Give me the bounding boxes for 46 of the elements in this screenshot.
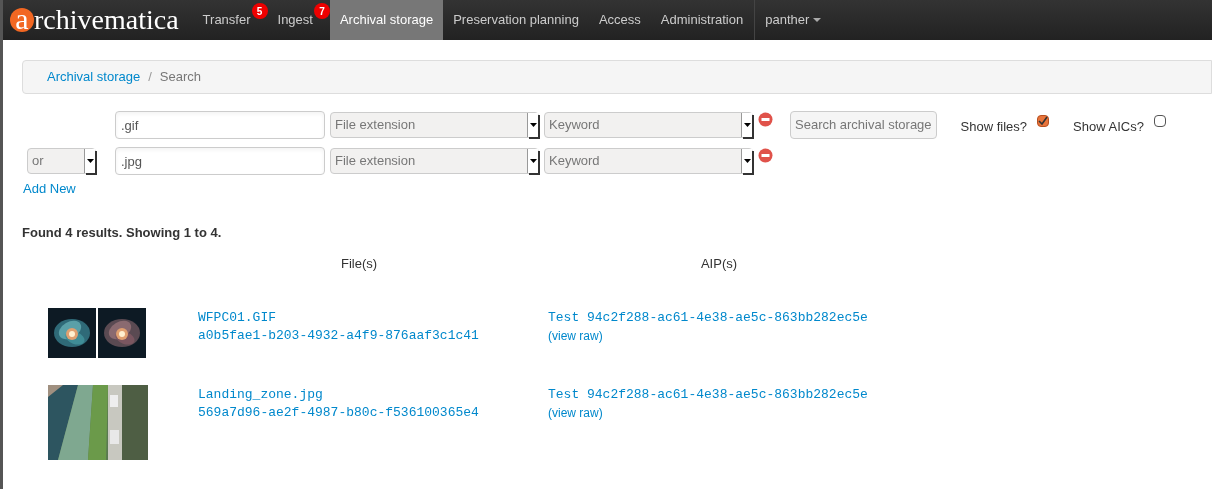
type-select[interactable]: Keyword — [544, 112, 753, 138]
file-uuid-link[interactable]: a0b5fae1-b203-4932-a4f9-876aaf3c1c41 — [198, 326, 548, 345]
operator-select[interactable]: or — [27, 148, 96, 174]
add-new-link[interactable]: Add New — [22, 179, 773, 199]
type-select[interactable]: Keyword — [544, 148, 753, 174]
file-link[interactable]: WFPC01.GIF — [198, 308, 548, 327]
breadcrumb-separator: / — [148, 68, 152, 87]
option-label: Show AICs? — [1073, 118, 1144, 136]
caret-icon — [529, 159, 537, 163]
checkbox[interactable] — [1037, 115, 1050, 127]
nav-tab[interactable]: Ingest — [267, 0, 314, 40]
column-header: File(s) — [339, 255, 379, 273]
caret-icon — [86, 159, 94, 163]
breadcrumb-current: Search — [159, 68, 202, 87]
remove-icon[interactable] — [758, 112, 773, 127]
view-raw-link[interactable]: (view raw) — [548, 326, 868, 345]
aip-link[interactable]: Test 94c2f288-ac61-4e38-ae5c-863bb282ec5e — [548, 308, 868, 327]
nav-tab[interactable]: Administration — [650, 0, 754, 40]
nav-tab[interactable]: Transfer — [192, 0, 252, 40]
caret-icon — [529, 123, 537, 127]
nav-tab[interactable]: Preservation planning — [443, 0, 589, 40]
field-select[interactable]: File extension — [330, 148, 539, 174]
query-field[interactable]: .gif — [115, 111, 325, 139]
file-link[interactable]: Landing_zone.jpg — [198, 385, 548, 404]
search-button[interactable]: Search archival storage — [790, 111, 937, 139]
caret-icon — [743, 159, 751, 163]
count-badge: 5 — [251, 3, 268, 19]
query-field[interactable]: .jpg — [115, 147, 325, 175]
breadcrumb-link[interactable]: Archival storage — [47, 67, 141, 87]
remove-icon[interactable] — [758, 148, 773, 163]
user-menu[interactable]: panther — [755, 0, 832, 40]
nav-tab[interactable]: Archival storage — [329, 0, 444, 40]
view-raw-link[interactable]: (view raw) — [548, 403, 868, 422]
file-uuid-link[interactable]: 569a7d96-ae2f-4987-b80c-f536100365e4 — [198, 403, 548, 422]
field-select[interactable]: File extension — [330, 112, 539, 138]
aip-link[interactable]: Test 94c2f288-ac61-4e38-ae5c-863bb282ec5e — [548, 385, 868, 404]
column-header: AIP(s) — [699, 255, 739, 273]
logo[interactable]: a rchivematica — [3, 0, 193, 40]
count-badge: 7 — [313, 3, 330, 19]
option-label: Show files? — [960, 118, 1028, 136]
nav-tab[interactable]: Access — [588, 0, 651, 40]
check-icon — [1038, 116, 1049, 126]
caret-icon — [743, 123, 751, 127]
checkbox[interactable] — [1153, 115, 1166, 127]
results-summary: Found 4 results. Showing 1 to 4. — [22, 223, 223, 242]
caret-icon — [813, 18, 822, 22]
